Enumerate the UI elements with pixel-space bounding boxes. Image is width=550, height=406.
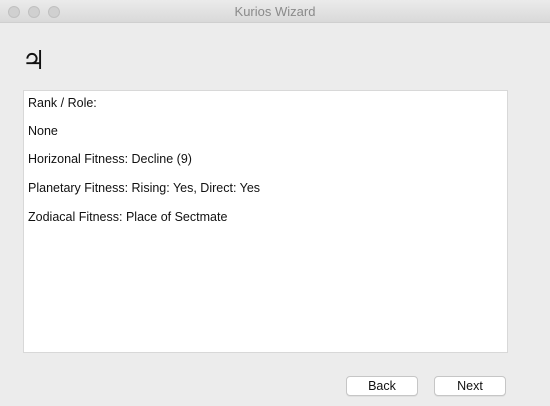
title-bar: Kurios Wizard bbox=[0, 0, 550, 23]
jupiter-icon: ♃ bbox=[22, 46, 46, 76]
back-button[interactable]: Back bbox=[346, 376, 418, 396]
rank-role-label: Rank / Role: bbox=[28, 96, 97, 110]
planetary-fitness-line: Planetary Fitness: Rising: Yes, Direct: … bbox=[28, 181, 261, 195]
rank-role-value: None bbox=[28, 124, 58, 138]
next-button[interactable]: Next bbox=[434, 376, 506, 396]
zodiacal-fitness-line: Zodiacal Fitness: Place of Sectmate bbox=[28, 210, 228, 224]
window-title: Kurios Wizard bbox=[234, 4, 316, 19]
info-text-area: Rank / Role: None Horizonal Fitness: Dec… bbox=[23, 90, 508, 353]
horizonal-fitness-line: Horizonal Fitness: Decline (9) bbox=[28, 152, 192, 166]
wizard-window: Kurios Wizard ♃ Rank / Role: None Horizo… bbox=[0, 0, 550, 406]
